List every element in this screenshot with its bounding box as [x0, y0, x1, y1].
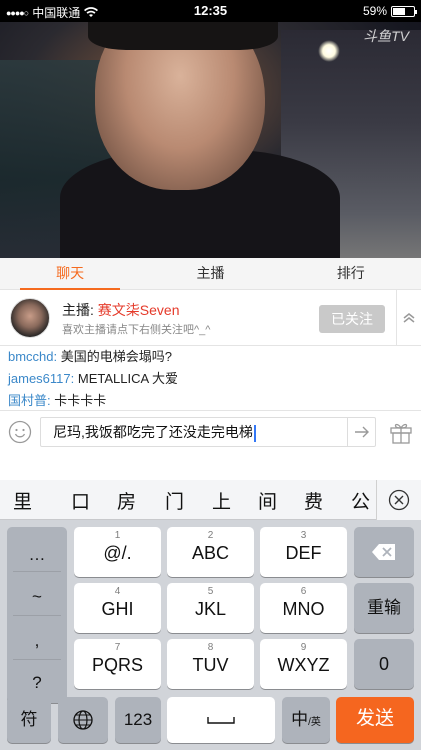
- send-key[interactable]: 发送: [336, 697, 414, 743]
- chat-username[interactable]: james6117:: [8, 371, 74, 386]
- keyboard: … ~ , ? 1 @/. 2 ABC 3 DEF 4 GHI 5 JKL 6 MNO 重输…: [0, 520, 421, 750]
- key-7[interactable]: 7 PQRS: [74, 639, 161, 689]
- symbol-key[interactable]: ~: [7, 587, 67, 607]
- follow-button[interactable]: 已关注: [319, 305, 385, 333]
- lang-main-label: 中: [291, 710, 309, 729]
- symbol-key[interactable]: ,: [7, 631, 67, 651]
- tab-bar: 聊天 主播 排行: [0, 258, 421, 290]
- candidate-word[interactable]: 口: [71, 487, 90, 514]
- send-arrow-button[interactable]: [347, 417, 376, 447]
- candidate-close-button[interactable]: [376, 480, 421, 520]
- chat-text: 卡卡卡卡: [50, 393, 107, 408]
- delete-icon: [372, 544, 395, 560]
- candidate-word[interactable]: 房: [117, 487, 136, 514]
- send-arrow-icon: [355, 426, 369, 438]
- status-bar: ●●●●○ 中国联通 12:35 59%: [0, 0, 421, 22]
- language-switch-key[interactable]: 中/英: [282, 697, 330, 743]
- reinput-key[interactable]: 重输: [354, 583, 414, 633]
- symbol-key[interactable]: ?: [7, 673, 67, 693]
- candidate-word[interactable]: 门: [165, 487, 184, 514]
- key-4[interactable]: 4 GHI: [74, 583, 161, 633]
- candidate-word[interactable]: 间: [258, 487, 277, 514]
- symbol-divider: [13, 571, 61, 572]
- chat-username[interactable]: bmcchd:: [8, 349, 57, 364]
- tab-chat[interactable]: 聊天: [0, 258, 140, 290]
- chat-text: METALLICA 大爱: [74, 371, 179, 386]
- status-time: 12:35: [193, 3, 228, 18]
- space-key[interactable]: [167, 697, 275, 743]
- symbol-column[interactable]: … ~ , ?: [7, 527, 67, 703]
- chat-input-value: 尼玛,我饭都吃完了还没走完电梯: [53, 424, 253, 440]
- collapse-button[interactable]: [396, 290, 421, 345]
- key-0[interactable]: 0: [354, 639, 414, 689]
- key-8[interactable]: 8 TUV: [167, 639, 254, 689]
- symbol-divider: [13, 615, 61, 616]
- close-icon: [388, 489, 410, 511]
- key-6[interactable]: 6 MNO: [260, 583, 347, 633]
- chevron-up-icon: [403, 312, 415, 323]
- video-player[interactable]: 斗鱼TV: [0, 0, 421, 258]
- chat-input-bar: 尼玛,我饭都吃完了还没走完电梯: [0, 410, 421, 452]
- chat-input[interactable]: 尼玛,我饭都吃完了还没走完电梯: [40, 417, 376, 447]
- text-caret: [253, 424, 256, 442]
- symbol-divider: [13, 659, 61, 660]
- key-2[interactable]: 2 ABC: [167, 527, 254, 577]
- chat-text: 美国的电梯会塌吗?: [57, 349, 172, 364]
- battery-icon: [391, 5, 417, 17]
- symbol-switch-key[interactable]: 符: [7, 697, 51, 743]
- delete-key[interactable]: [354, 527, 414, 577]
- battery-percent: 59%: [362, 4, 387, 18]
- gift-icon[interactable]: [388, 419, 414, 445]
- chat-username[interactable]: 国村普:: [8, 393, 51, 408]
- candidate-word[interactable]: 里: [13, 487, 32, 514]
- host-avatar[interactable]: [10, 298, 50, 338]
- chat-list[interactable]: bmcchd: 美国的电梯会塌吗? james6117: METALLICA 大…: [0, 346, 421, 410]
- candidate-word[interactable]: 公: [351, 487, 370, 514]
- space-icon: [207, 717, 235, 724]
- candidate-bar: 里 口 房 门 上 间 费 公: [0, 480, 421, 520]
- host-name: 赛文柒Seven: [97, 302, 180, 318]
- key-9[interactable]: 9 WXYZ: [260, 639, 347, 689]
- lang-sub-label: /英: [308, 717, 321, 728]
- blank-area: [0, 452, 421, 480]
- host-prefix: 主播:: [62, 302, 98, 318]
- tab-host[interactable]: 主播: [140, 258, 280, 289]
- video-watermark: 斗鱼TV: [363, 28, 409, 44]
- key-5[interactable]: 5 JKL: [167, 583, 254, 633]
- tab-ranking[interactable]: 排行: [281, 258, 421, 289]
- chat-message: james6117: METALLICA 大爱: [8, 368, 421, 390]
- globe-key[interactable]: [58, 697, 108, 743]
- key-3[interactable]: 3 DEF: [260, 527, 347, 577]
- globe-icon: [73, 710, 93, 730]
- number-switch-key[interactable]: 123: [115, 697, 161, 743]
- chat-message: bmcchd: 美国的电梯会塌吗?: [8, 346, 421, 368]
- candidate-word[interactable]: 上: [212, 487, 231, 514]
- host-follow-tip: 喜欢主播请点下右侧关注吧^_^: [62, 324, 211, 336]
- video-light: [318, 40, 340, 62]
- symbol-key[interactable]: …: [7, 545, 67, 565]
- emoji-icon[interactable]: [8, 420, 32, 444]
- host-info-panel: 主播: 赛文柒Seven 喜欢主播请点下右侧关注吧^_^ 已关注: [0, 290, 421, 346]
- candidate-word[interactable]: 费: [304, 487, 323, 514]
- chat-message: 国村普: 卡卡卡卡: [8, 390, 421, 410]
- host-name-line: 主播: 赛文柒Seven: [62, 300, 179, 320]
- key-1[interactable]: 1 @/.: [74, 527, 161, 577]
